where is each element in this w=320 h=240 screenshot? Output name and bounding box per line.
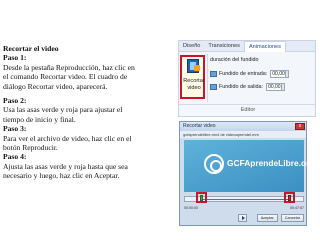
tab-diseno[interactable]: Diseño [179, 41, 204, 52]
cancel-button[interactable]: Cancelar [280, 214, 304, 222]
trim-label-line2: video [187, 84, 201, 91]
video-file-path: gcfaprendelibre.mv4 de videoaprendel.mm [180, 131, 306, 138]
trim-label-line1: Recortar [183, 78, 205, 84]
gcf-logo-icon [204, 154, 224, 174]
green-handle-icon [200, 195, 203, 201]
end-time: 00:47:57 [290, 206, 304, 210]
start-trim-handle[interactable] [196, 192, 207, 203]
fade-out-spinner[interactable] [282, 83, 286, 91]
ribbon-body: Recortar video duración del fundido Fund… [179, 52, 315, 116]
step2-text-line: tiempo de inicio y final. [3, 114, 76, 124]
instructions-part-2: Paso 2: Usa las asas verde y roja para a… [3, 96, 175, 181]
fade-out-label: Fundido de salida: [219, 84, 264, 90]
step2-text-line: Usa las asas verde y roja para ajustar e… [3, 105, 123, 115]
red-handle-icon [288, 195, 291, 201]
section-title: Recortar el video [3, 44, 59, 53]
step4-text-line: necesario y luego, haz clic en Aceptar. [3, 171, 120, 181]
dialog-title-bar: Recortar video x [180, 122, 306, 131]
ribbon-separator [207, 54, 208, 102]
ribbon-tabs: Diseño Transiciones Animaciones [179, 41, 315, 52]
start-time: 00:00:00 [184, 206, 198, 210]
step3-text-line: botón Reproducir. [3, 143, 58, 153]
step1-text-line: el comando Recortar video. El cuadro de [3, 72, 128, 82]
ribbon-screenshot: Diseño Transiciones Animaciones Recortar… [178, 40, 316, 117]
dialog-buttons: Aceptar Cancelar [184, 214, 304, 222]
trim-video-label: Recortar video [183, 78, 205, 91]
step3-text-line: Para ver el archivo de video, haz clic e… [3, 133, 132, 143]
step4-text-line: Ajusta las asas verde y roja hasta que s… [3, 161, 128, 171]
fade-in-row: Fundido de entrada: 00,00 [210, 70, 290, 78]
close-icon[interactable]: x [295, 123, 305, 130]
step2-label: Paso 2: [3, 96, 27, 105]
fade-out-input[interactable]: 00,00 [266, 83, 283, 91]
fade-in-icon [210, 71, 217, 77]
ok-button[interactable]: Aceptar [256, 214, 278, 222]
video-preview: GCFAprendeLibre.org [184, 140, 314, 192]
brand-text: GCFAprendeLibre.org [227, 158, 315, 168]
step3-label: Paso 3: [3, 124, 27, 134]
tab-animaciones[interactable]: Animaciones [243, 41, 286, 52]
trim-video-icon [187, 59, 200, 73]
step1-text-line: diálogo Recortar video, aparecerá. [3, 81, 108, 91]
editor-group-label: Editor [179, 104, 315, 113]
instructions-part-1: Recortar el video Paso 1: Desde la pesta… [3, 44, 175, 91]
trim-video-dialog: Recortar video x gcfaprendelibre.mv4 de … [179, 121, 314, 226]
fade-in-input[interactable]: 00,00 [270, 70, 287, 78]
fade-duration-label: duración del fundido [210, 57, 259, 63]
dialog-title: Recortar video [183, 123, 216, 129]
fade-in-label: Fundido de entrada: [219, 71, 268, 77]
fade-out-icon [210, 84, 217, 90]
tab-transiciones[interactable]: Transiciones [204, 41, 244, 52]
trim-video-button[interactable]: Recortar video [180, 55, 205, 99]
fade-in-spinner[interactable] [286, 70, 290, 78]
end-trim-handle[interactable] [284, 192, 295, 203]
timeline-track [203, 199, 289, 200]
fade-duration-row: duración del fundido [210, 57, 259, 63]
step1-text-line: Desde la pestaña Reproducción, haz clic … [3, 62, 135, 72]
step4-label: Paso 4: [3, 152, 27, 162]
time-labels: 00:00:00 00:47:57 [184, 206, 304, 210]
fade-out-row: Fundido de salida: 00,00 [210, 83, 286, 91]
step1-label: Paso 1: [3, 53, 27, 63]
